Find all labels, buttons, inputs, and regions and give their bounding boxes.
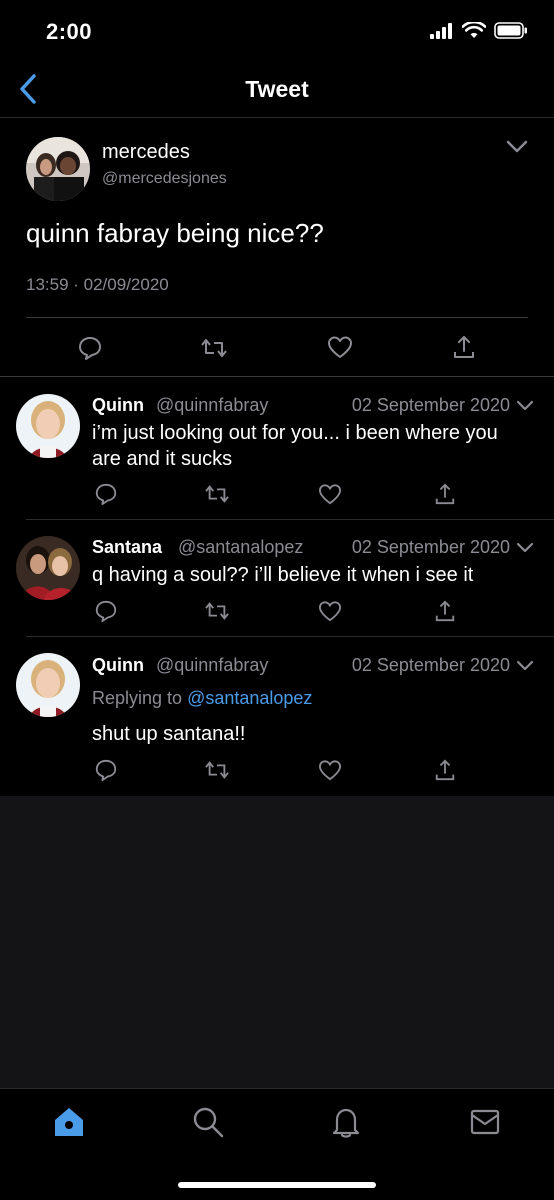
tweet-date: 02 September 2020 bbox=[351, 395, 510, 415]
retweet-icon[interactable] bbox=[200, 335, 228, 361]
reply-icon[interactable] bbox=[94, 599, 118, 623]
avatar-photo bbox=[26, 137, 90, 201]
page-title: Tweet bbox=[245, 76, 309, 102]
chevron-down-icon[interactable] bbox=[516, 400, 534, 412]
chevron-down-icon[interactable] bbox=[516, 542, 534, 554]
author-handle[interactable]: @quinnfabray bbox=[156, 655, 268, 676]
bell-icon[interactable] bbox=[329, 1105, 363, 1139]
like-icon[interactable] bbox=[318, 759, 342, 781]
retweet-icon[interactable] bbox=[204, 482, 230, 506]
retweet-icon[interactable] bbox=[204, 599, 230, 623]
status-time: 2:00 bbox=[46, 19, 93, 44]
reply-tweet[interactable]: Quinn @quinnfabray 02 September 2020 i’m… bbox=[0, 378, 554, 520]
main-tweet: mercedes @mercedesjones quinn fabray bei… bbox=[0, 119, 554, 377]
tweet-text: q having a soul?? i’ll believe it when i… bbox=[92, 564, 474, 586]
reply-icon[interactable] bbox=[94, 758, 118, 782]
share-icon[interactable] bbox=[434, 482, 456, 506]
reply-tweet[interactable]: Santana @santanalopez 02 September 2020 … bbox=[0, 520, 554, 637]
replying-label: Replying to bbox=[92, 688, 183, 708]
author-handle[interactable]: @mercedesjones bbox=[102, 170, 227, 188]
share-icon[interactable] bbox=[434, 758, 456, 782]
avatar[interactable] bbox=[16, 653, 80, 717]
tweet-date: 02 September 2020 bbox=[351, 655, 510, 675]
author-handle[interactable]: @santanalopez bbox=[178, 537, 303, 558]
author-name[interactable]: Santana bbox=[92, 537, 162, 558]
avatar-photo bbox=[16, 394, 80, 458]
chevron-down-icon[interactable] bbox=[506, 139, 528, 155]
status-bar: 2:00 bbox=[0, 0, 554, 62]
tweet-timestamp: 13:59 · 02/09/2020 bbox=[26, 275, 169, 294]
wifi-icon bbox=[462, 22, 486, 38]
nav-bar: Tweet bbox=[0, 62, 554, 118]
status-icons bbox=[430, 22, 528, 39]
tweet-date: 02 September 2020 bbox=[351, 537, 510, 557]
author-name[interactable]: Quinn bbox=[92, 655, 144, 676]
like-icon[interactable] bbox=[327, 335, 353, 359]
author-name[interactable]: Quinn bbox=[92, 395, 144, 416]
tweet-text: shut up santana!! bbox=[92, 723, 246, 745]
reply-icon[interactable] bbox=[77, 335, 103, 361]
home-indicator bbox=[178, 1182, 376, 1188]
search-icon[interactable] bbox=[191, 1105, 225, 1139]
avatar-photo bbox=[16, 653, 80, 717]
chevron-down-icon[interactable] bbox=[516, 660, 534, 672]
reply-icon[interactable] bbox=[94, 482, 118, 506]
signal-icon bbox=[430, 22, 452, 39]
empty-area bbox=[0, 796, 554, 1088]
avatar[interactable] bbox=[16, 536, 80, 600]
tweet-text: i’m just looking out for you... i been w… bbox=[92, 422, 498, 470]
avatar[interactable] bbox=[16, 394, 80, 458]
mail-icon[interactable] bbox=[468, 1105, 502, 1139]
divider bbox=[26, 317, 528, 318]
author-name[interactable]: mercedes bbox=[102, 141, 190, 164]
replying-to: Replying to @santanalopez bbox=[92, 688, 312, 709]
share-icon[interactable] bbox=[452, 334, 476, 360]
tweet-text: quinn fabray being nice?? bbox=[26, 218, 324, 248]
avatar-photo bbox=[16, 536, 80, 600]
tweet-actions bbox=[0, 329, 554, 369]
retweet-icon[interactable] bbox=[204, 758, 230, 782]
like-icon[interactable] bbox=[318, 483, 342, 505]
avatar[interactable] bbox=[26, 137, 90, 201]
share-icon[interactable] bbox=[434, 599, 456, 623]
home-icon[interactable] bbox=[52, 1105, 86, 1139]
reply-tweet[interactable]: Quinn @quinnfabray 02 September 2020 Rep… bbox=[0, 637, 554, 796]
like-icon[interactable] bbox=[318, 600, 342, 622]
mention-link[interactable]: @santanalopez bbox=[187, 688, 312, 708]
battery-icon bbox=[494, 22, 527, 39]
author-handle[interactable]: @quinnfabray bbox=[156, 395, 268, 416]
